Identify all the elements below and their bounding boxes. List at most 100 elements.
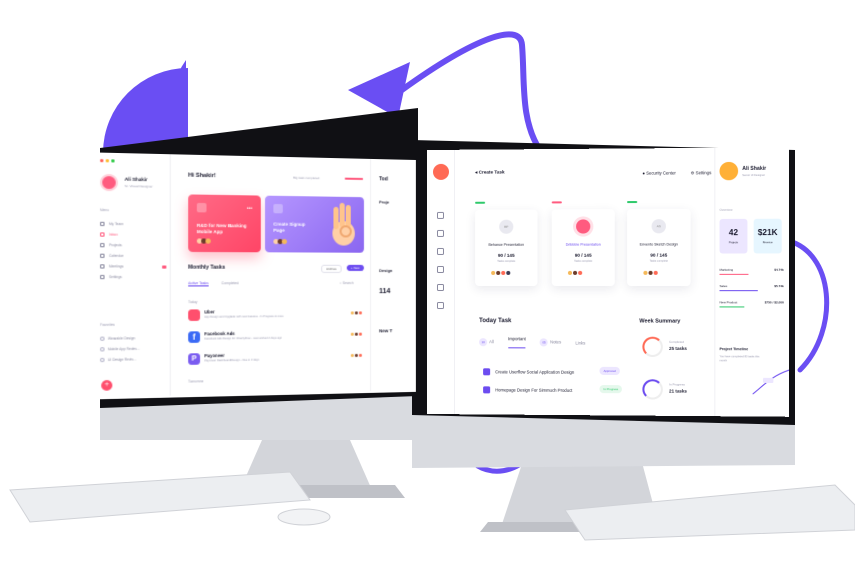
sidebar-item-my-team[interactable]: My Team: [100, 219, 166, 230]
avatar[interactable]: [100, 174, 118, 191]
app-logo[interactable]: [432, 163, 449, 180]
new-task-button[interactable]: + New: [347, 265, 364, 271]
project-card-behance[interactable]: BP Behance Presentation 90 / 145 Tasks c…: [475, 209, 538, 287]
projects-label: Proje: [379, 199, 390, 205]
minimize-dot[interactable]: [106, 159, 109, 162]
sidebar-item-projects[interactable]: Projects: [100, 240, 166, 251]
tab-all[interactable]: 10 All: [479, 338, 494, 347]
sidebar-item-settings[interactable]: Settings: [100, 272, 166, 283]
list-item[interactable]: P Payoneer Payoneer Dashboard Design - D…: [188, 351, 371, 370]
sidebar-item-inbox[interactable]: Inbox: [100, 229, 166, 240]
task-avatars: [351, 310, 363, 315]
card-accent-bar: [627, 201, 638, 203]
search-input[interactable]: ⌕ Search: [340, 281, 354, 285]
project-card-envento[interactable]: AS Envento Sketch Design 90 / 145 Tasks …: [627, 208, 691, 287]
trash-icon[interactable]: [436, 302, 444, 310]
card-accent-bar: [551, 201, 562, 203]
checkbox[interactable]: [483, 368, 491, 376]
new-label: New T: [379, 328, 393, 334]
clipboard-icon[interactable]: [436, 265, 444, 273]
new-product-bar: [719, 306, 744, 308]
list-item[interactable]: f Facebook Ads Facebook Ads Design for C…: [188, 329, 371, 348]
overview-label: Overview: [719, 207, 733, 212]
tomorrow-label: Tomorrow: [188, 379, 204, 384]
card-title: R&D for New Banking Mobile App: [196, 222, 247, 234]
uber-icon: [188, 309, 200, 321]
favorite-item[interactable]: Mobile App Redes...: [100, 344, 139, 355]
tab-active-tasks[interactable]: Active Tasks: [188, 281, 208, 286]
project-card-dribbble[interactable]: Dribbble Presentation 90 / 145 Tasks com…: [551, 209, 615, 287]
task-item[interactable]: Create Userflow Social Application Desig…: [483, 368, 574, 376]
dashboard-icon[interactable]: [436, 211, 444, 219]
card-avatars: [566, 269, 584, 276]
sidebar-item-meetings[interactable]: Meetings: [100, 261, 166, 272]
left-sidebar: Ali Shakir Sr. Visual Designer Menu My T…: [91, 152, 171, 397]
menu-heading: Menu: [100, 207, 110, 213]
left-screen: Ali Shakir Sr. Visual Designer Menu My T…: [91, 152, 416, 399]
status-text: Big task completed: [293, 175, 320, 181]
window-controls: [100, 159, 115, 163]
gear-icon: [100, 275, 104, 279]
settings-link[interactable]: ⚙ Settings: [691, 170, 712, 175]
favorite-item[interactable]: Wearable Design: [100, 333, 139, 344]
task-avatars: [351, 353, 363, 358]
archive-icon[interactable]: [436, 284, 444, 292]
stat-number: 114: [379, 288, 391, 296]
profile-role: Senior UI Designer: [742, 173, 765, 178]
status-progress-bar: [345, 178, 363, 180]
folder-icon: [100, 358, 104, 362]
marketing-row: Marketing $4.74k: [719, 268, 784, 275]
monthly-tasks-title: Monthly Tasks: [188, 264, 226, 271]
calendar-icon: [100, 254, 104, 258]
projects-icon: [100, 243, 104, 247]
profile-name: Ali Shakir: [742, 165, 767, 173]
close-dot[interactable]: [100, 159, 103, 162]
tab-completed[interactable]: Completed: [221, 281, 238, 286]
archive-button[interactable]: Archive: [321, 265, 341, 273]
task-tabs: Active Tasks Completed: [188, 281, 239, 286]
pencil-icon: [273, 204, 282, 213]
tab-important[interactable]: Important: [507, 336, 526, 349]
facebook-icon: f: [188, 331, 200, 343]
avatar[interactable]: [719, 161, 739, 181]
card-accent-bar: [475, 201, 486, 204]
more-icon[interactable]: •••: [247, 206, 253, 212]
security-center-link[interactable]: ● Security Center: [642, 170, 675, 175]
inbox-icon: [100, 232, 104, 236]
add-button[interactable]: +: [101, 380, 112, 391]
sales-bar: [719, 290, 759, 292]
maximize-dot[interactable]: [111, 159, 114, 162]
favorites-heading: Favorites: [100, 322, 115, 328]
project-card-banking[interactable]: ••• R&D for New Banking Mobile App: [188, 194, 261, 252]
tab-links[interactable]: Links: [575, 340, 585, 345]
project-timeline-title: Project Timeline: [719, 347, 749, 352]
profile-panel: Ali Shakir Senior UI Designer Overview 4…: [714, 147, 789, 417]
top-bar: ◂ Create Task ● Security Center ⚙ Settin…: [455, 148, 714, 190]
home-icon[interactable]: [436, 229, 444, 237]
create-task-button[interactable]: ◂ Create Task: [475, 169, 504, 175]
ok-hand-illustration: [329, 201, 358, 248]
mouse-shape: [277, 508, 331, 526]
checkbox[interactable]: [483, 386, 491, 394]
swoosh-arrowhead: [348, 62, 410, 118]
meetings-icon: [100, 264, 104, 268]
list-item[interactable]: Uber App Design and Upgrade with new fea…: [188, 308, 371, 326]
right-screen: ◂ Create Task ● Security Center ⚙ Settin…: [427, 147, 789, 417]
task-avatars: [351, 332, 363, 337]
icon-sidebar: [427, 149, 456, 415]
card-avatars: [490, 269, 512, 276]
team-icon: [100, 222, 104, 226]
today-task-tabs: 10 All Important 05 Notes Links: [479, 336, 585, 349]
week-summary-title: Week Summary: [639, 318, 681, 325]
sidebar-item-calendar[interactable]: Calendar: [100, 250, 166, 261]
favorites-list: Wearable Design Mobile App Redes... UI D…: [100, 333, 139, 365]
tab-notes[interactable]: 05 Notes: [539, 338, 561, 347]
panel-heading: Tod: [379, 176, 388, 183]
new-product-row: New Product $750 / $2,000: [719, 300, 784, 308]
task-item[interactable]: Homepage Design For Simmuch Product: [483, 386, 572, 394]
profile-role: Sr. Visual Designer: [124, 183, 153, 189]
calendar-icon[interactable]: [436, 247, 444, 255]
today-task-title: Today Task: [479, 318, 512, 325]
favorite-item[interactable]: UI Design Revis...: [100, 354, 139, 365]
project-card-signup[interactable]: Create Signup Page: [265, 196, 364, 253]
